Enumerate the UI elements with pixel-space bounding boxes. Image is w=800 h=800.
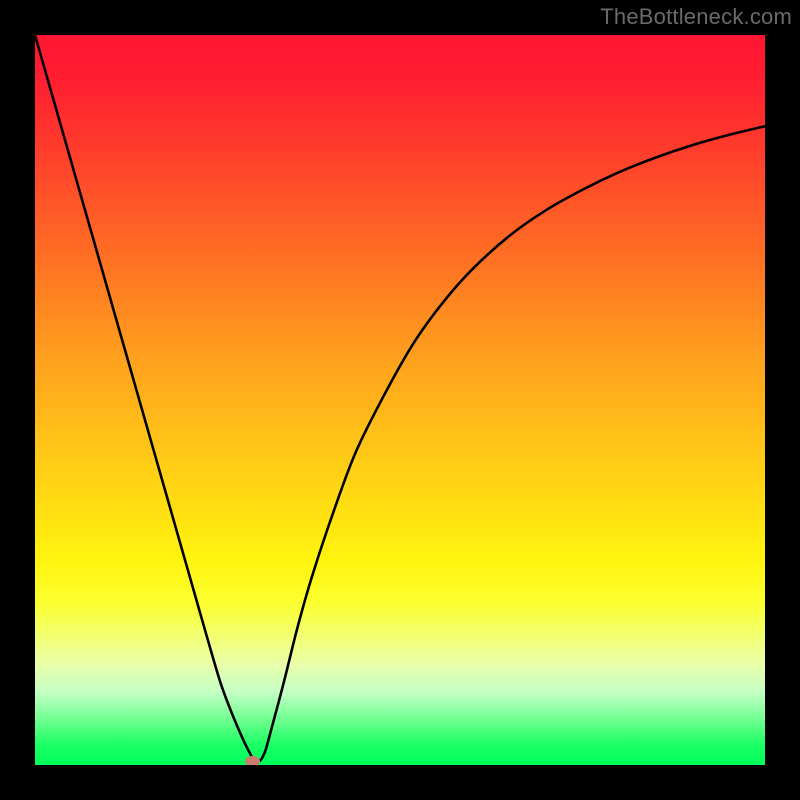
balance-point-marker (245, 756, 260, 765)
chart-frame: TheBottleneck.com (0, 0, 800, 800)
chart-svg (35, 35, 765, 765)
chart-plot-area (35, 35, 765, 765)
bottleneck-curve (35, 35, 765, 762)
watermark-label: TheBottleneck.com (600, 4, 792, 30)
